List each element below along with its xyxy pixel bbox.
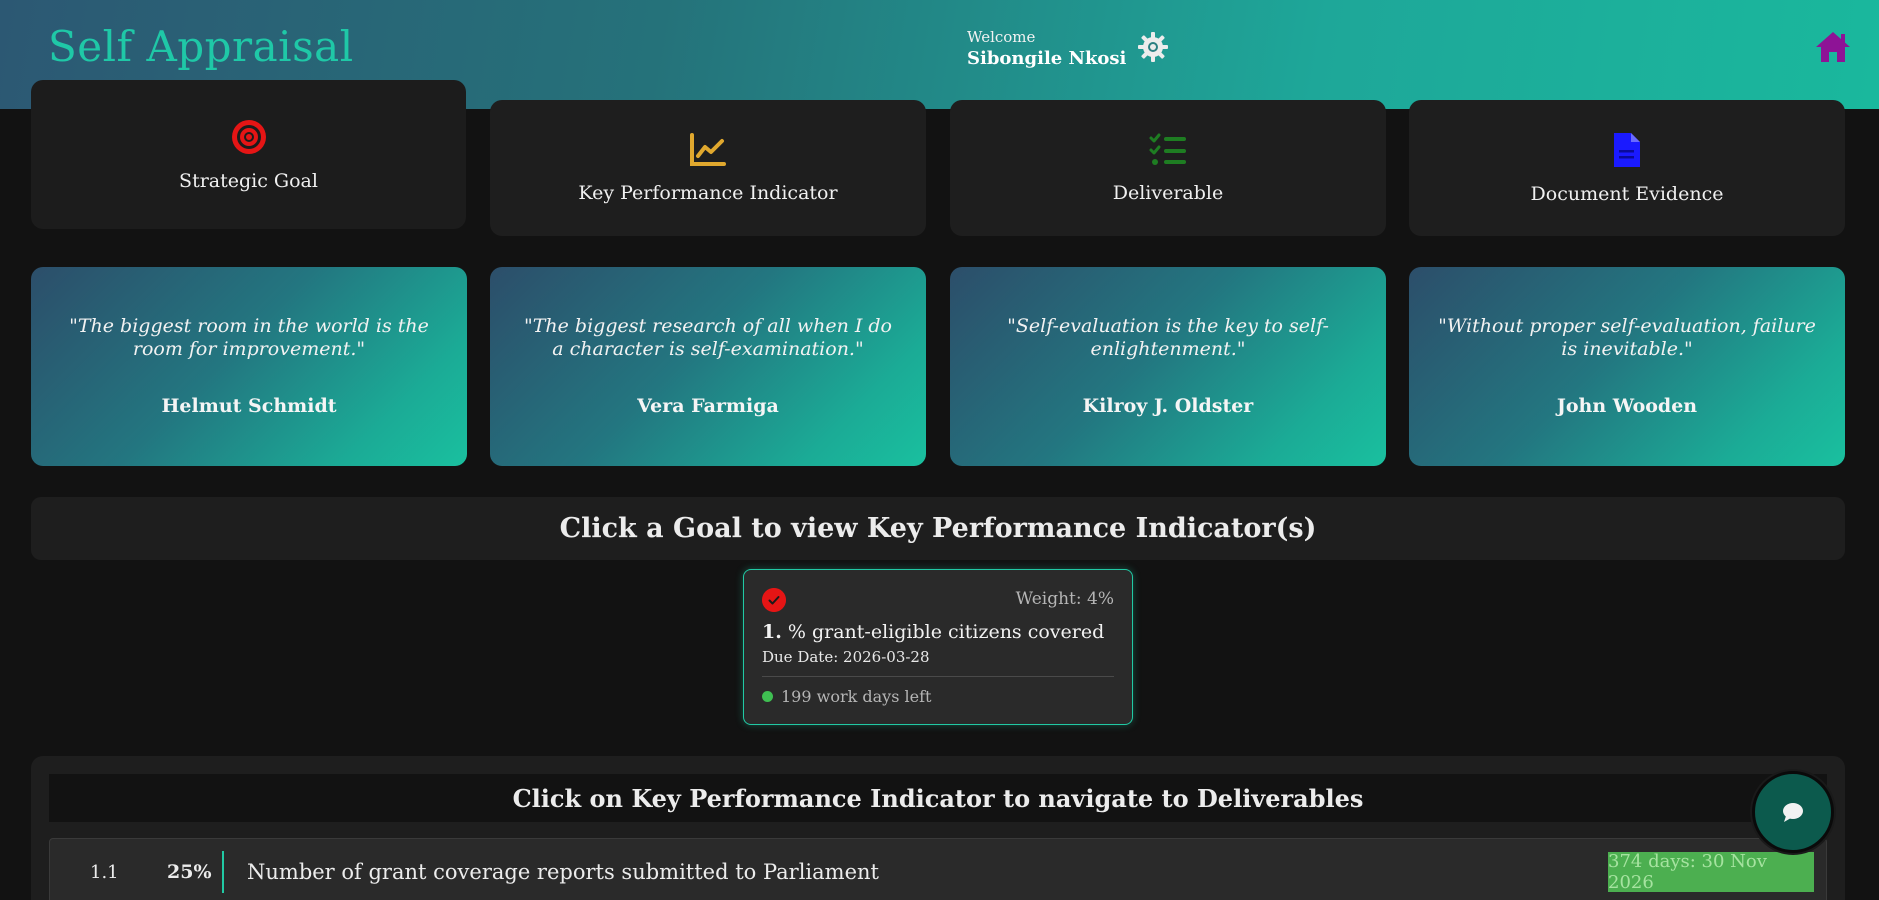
quote-author: Vera Farmiga (637, 395, 779, 417)
kpi-number: 1.1 (90, 862, 119, 883)
quote-text: "Without proper self-evaluation, failure… (1438, 315, 1816, 360)
quote-card: "Self-evaluation is the key to self-enli… (950, 267, 1386, 466)
quote-card: "Without proper self-evaluation, failure… (1409, 267, 1845, 466)
document-evidence-card[interactable]: Document Evidence (1409, 100, 1845, 236)
goal-title: 1. % grant-eligible citizens covered (762, 621, 1104, 643)
kpi-separator (222, 851, 224, 893)
welcome-label: Welcome (967, 28, 1036, 46)
target-icon (231, 119, 266, 154)
quote-author: Kilroy J. Oldster (1082, 395, 1254, 417)
kpi-section: Click on Key Performance Indicator to na… (31, 756, 1845, 900)
chat-button[interactable] (1752, 771, 1834, 853)
goal-title-text: % grant-eligible citizens covered (787, 621, 1105, 643)
goal-status-text: 199 work days left (781, 687, 932, 706)
app-title: Self Appraisal (48, 22, 354, 71)
home-icon[interactable] (1814, 30, 1852, 64)
goal-card[interactable]: Weight: 4% 1. % grant-eligible citizens … (743, 569, 1133, 725)
goal-number: 1. (762, 621, 782, 643)
chat-bubble-icon (1783, 803, 1803, 822)
quote-card: "The biggest room in the world is the ro… (31, 267, 467, 466)
strategic-goal-card[interactable]: Strategic Goal (31, 80, 466, 229)
goal-weight: Weight: 4% (1015, 589, 1114, 609)
goal-divider (762, 676, 1114, 677)
kpi-row[interactable]: 1.1 25% Number of grant coverage reports… (49, 838, 1827, 900)
document-evidence-label: Document Evidence (1530, 183, 1724, 205)
kpi-days-badge: 374 days: 30 Nov 2026 (1608, 851, 1814, 893)
quote-text: "The biggest research of all when I do a… (523, 315, 892, 360)
chart-line-icon (690, 133, 726, 166)
status-dot-icon (762, 691, 773, 702)
kpi-percent: 25% (167, 861, 212, 883)
document-icon (1614, 133, 1640, 167)
goals-banner: Click a Goal to view Key Performance Ind… (31, 497, 1845, 560)
quote-card: "The biggest research of all when I do a… (490, 267, 926, 466)
quote-text: "Self-evaluation is the key to self-enli… (1007, 315, 1329, 360)
quote-text: "The biggest room in the world is the ro… (69, 315, 429, 360)
deliverable-label: Deliverable (1112, 182, 1224, 204)
goal-due-date: Due Date: 2026-03-28 (762, 648, 930, 666)
gear-icon[interactable] (1136, 30, 1170, 64)
quote-author: John Wooden (1556, 395, 1698, 417)
welcome-block: Welcome Sibongile Nkosi (967, 28, 1126, 69)
user-name: Sibongile Nkosi (967, 48, 1127, 69)
deliverable-card[interactable]: Deliverable (950, 100, 1386, 236)
quote-author: Helmut Schmidt (161, 395, 337, 417)
checklist-icon (1149, 133, 1186, 165)
strategic-goal-label: Strategic Goal (179, 169, 318, 192)
kpi-title: Number of grant coverage reports submitt… (247, 860, 879, 884)
kpi-card[interactable]: Key Performance Indicator (490, 100, 926, 236)
kpi-section-heading: Click on Key Performance Indicator to na… (49, 774, 1827, 822)
check-circle-icon (762, 588, 786, 612)
goal-status: 199 work days left (762, 687, 931, 706)
kpi-label: Key Performance Indicator (578, 182, 838, 204)
